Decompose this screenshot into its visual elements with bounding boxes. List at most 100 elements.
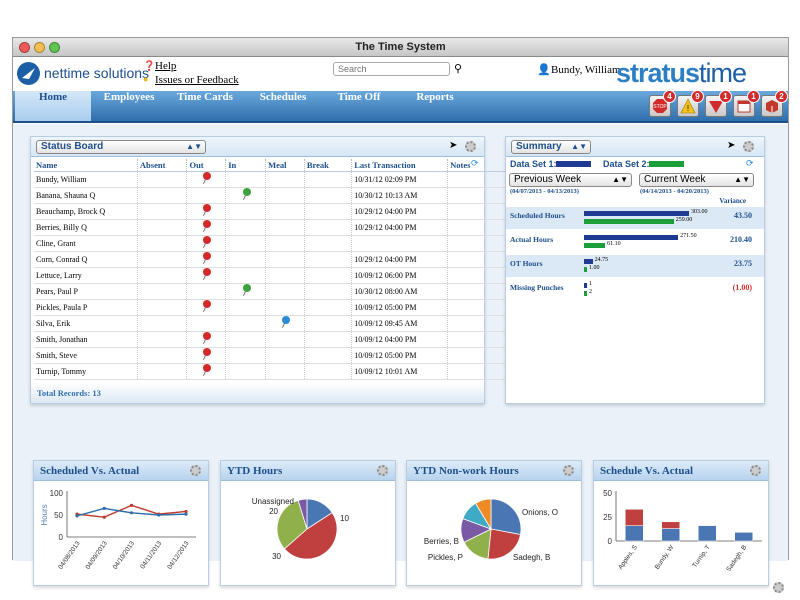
status-pin-icon: [203, 252, 212, 260]
data-point: [157, 513, 161, 517]
title-bar: The Time System: [13, 38, 788, 57]
meal-cell: [265, 267, 305, 284]
summary-label: Scheduled Hours: [510, 211, 565, 220]
x-tick-label: Bundy, W: [654, 543, 676, 570]
break-cell: [304, 171, 353, 188]
y-tick-label: 0: [59, 533, 64, 542]
last-transaction: 10/31/12 02:09 PM: [351, 171, 449, 188]
table-row[interactable]: Lettuce, Larry 10/09/12 06:00 PM: [34, 267, 508, 284]
column-header: In: [225, 159, 267, 172]
dashboard-settings-gear-icon[interactable]: [773, 582, 784, 593]
feedback-link[interactable]: Issues or Feedback: [155, 74, 239, 86]
search-input[interactable]: [333, 62, 450, 76]
panel-title: YTD Non-work Hours: [407, 461, 581, 481]
nav-reports[interactable]: Reports: [397, 91, 473, 121]
status-board-select[interactable]: Status Board ▲▼: [36, 140, 206, 154]
gear-icon[interactable]: [750, 465, 761, 476]
break-cell: [304, 299, 353, 316]
summary-panel: Summary ▲▼ ➤ ⟳ Data Set 1: Data Set 2: Pr…: [505, 136, 765, 404]
gear-icon[interactable]: [563, 465, 574, 476]
refresh-icon[interactable]: ⟳: [746, 158, 754, 169]
table-row[interactable]: Turnip, Tommy 10/09/12 10:01 AM: [34, 363, 508, 380]
table-row[interactable]: Smith, Steve 10/09/12 05:00 PM: [34, 347, 508, 364]
nav-home[interactable]: Home: [15, 91, 91, 121]
warning-alert-button[interactable]: ! 9: [677, 90, 704, 117]
pin-icon[interactable]: ➤: [727, 140, 735, 151]
nav-time-cards[interactable]: Time Cards: [167, 91, 243, 121]
absent-cell: [137, 299, 188, 316]
absent-cell: [137, 187, 188, 204]
table-row[interactable]: Smith, Jonathan 10/09/12 04:00 PM: [34, 331, 508, 348]
svg-text:!: !: [687, 104, 689, 113]
ytd-hours-chart: 10 30 20Unassigned: [252, 497, 350, 561]
data-set-2-value: 2: [589, 289, 592, 295]
bar: [625, 525, 644, 542]
close-window-button[interactable]: [19, 42, 30, 53]
data-set-1-range: (04/07/2013 - 04/13/2013): [510, 188, 579, 195]
main-nav: Home Employees Time Cards Schedules Time…: [13, 90, 788, 123]
table-row[interactable]: Pears, Paul P 10/30/12 08:00 AM: [34, 283, 508, 300]
notes-cell: [447, 331, 508, 348]
last-transaction: 10/09/12 05:00 PM: [351, 299, 449, 316]
table-row[interactable]: Beauchamp, Brock Q 10/29/12 04:00 PM: [34, 203, 508, 220]
data-set-2-bar: [584, 267, 587, 272]
table-row[interactable]: Bundy, William 10/31/12 02:09 PM: [34, 171, 508, 188]
data-set-1-value: 303.00: [691, 209, 708, 215]
status-pin-icon: [242, 188, 251, 196]
help-link[interactable]: Help: [155, 60, 176, 72]
nettime-logo-icon: [17, 62, 40, 85]
summary-row: Scheduled Hours 303.00 259.00 43.50: [506, 207, 764, 229]
calendar-alert-button[interactable]: 1: [733, 90, 760, 117]
zoom-window-button[interactable]: [49, 42, 60, 53]
in-cell: [225, 219, 267, 236]
slice-label: 20: [269, 507, 278, 516]
gear-icon[interactable]: [377, 465, 388, 476]
gear-icon[interactable]: [190, 465, 201, 476]
absent-cell: [137, 283, 188, 300]
slice-label: Pickles, P: [428, 553, 463, 562]
stratustime-logo: stratustime: [616, 58, 747, 88]
absent-cell: [137, 203, 188, 220]
data-set-2-select[interactable]: Current Week ▲▼: [639, 173, 754, 187]
out-cell: [186, 171, 227, 188]
down-alert-button[interactable]: 1: [705, 90, 732, 117]
table-row[interactable]: Corn, Conrad Q 10/29/12 04:00 PM: [34, 251, 508, 268]
scheduled-vs-actual-panel: Scheduled Vs. Actual 0 50 100 Hours 04/08/20…: [33, 460, 209, 586]
user-icon: 👤: [537, 64, 551, 76]
employee-name: Silva, Erik: [34, 315, 138, 332]
column-header: Break: [304, 159, 353, 172]
package-alert-button[interactable]: 2: [761, 90, 788, 117]
ytd-nonwork-panel: YTD Non-work Hours Onions, O Sadegh, B Pic…: [406, 460, 582, 586]
last-transaction: 10/29/12 04:00 PM: [351, 251, 449, 268]
nav-employees[interactable]: Employees: [93, 91, 165, 121]
stop-alert-button[interactable]: STOP 4: [649, 90, 676, 117]
pin-icon[interactable]: ➤: [449, 140, 457, 151]
minimize-window-button[interactable]: [34, 42, 45, 53]
table-row[interactable]: Pickles, Paula P 10/09/12 05:00 PM: [34, 299, 508, 316]
data-set-2-value: 61.10: [607, 241, 621, 247]
employee-name: Lettuce, Larry: [34, 267, 138, 284]
out-cell: [186, 363, 227, 380]
status-pin-icon: [203, 220, 212, 228]
bar: [625, 509, 644, 526]
table-row[interactable]: Berries, Billy Q 10/29/12 04:00 PM: [34, 219, 508, 236]
data-set-1-value: 1: [589, 281, 592, 287]
scheduled-vs-actual-chart: 0 50 100Hours 04/08/2013 04/09/2013 04/10/201…: [40, 489, 196, 571]
nav-schedules[interactable]: Schedules: [245, 91, 321, 121]
table-row[interactable]: Cline, Grant: [34, 235, 508, 252]
gear-icon[interactable]: [743, 141, 754, 152]
status-table: Name Absent Out In Meal Break Last Trans…: [34, 159, 508, 380]
y-tick-label: 100: [50, 489, 64, 498]
table-row[interactable]: Silva, Erik 10/09/12 09:45 AM: [34, 315, 508, 332]
data-point: [102, 515, 106, 519]
nav-time-off[interactable]: Time Off: [323, 91, 395, 121]
table-row[interactable]: Banana, Shauna Q 10/30/12 10:13 AM: [34, 187, 508, 204]
gear-icon[interactable]: [465, 141, 476, 152]
out-cell: [186, 251, 227, 268]
slice-label: Unassigned: [252, 497, 294, 506]
data-set-1-select[interactable]: Previous Week ▲▼: [509, 173, 632, 187]
meal-cell: [265, 299, 305, 316]
binoculars-icon[interactable]: ⚲: [454, 62, 462, 75]
slice-label: 10: [340, 514, 349, 523]
summary-select[interactable]: Summary ▲▼: [511, 140, 591, 154]
